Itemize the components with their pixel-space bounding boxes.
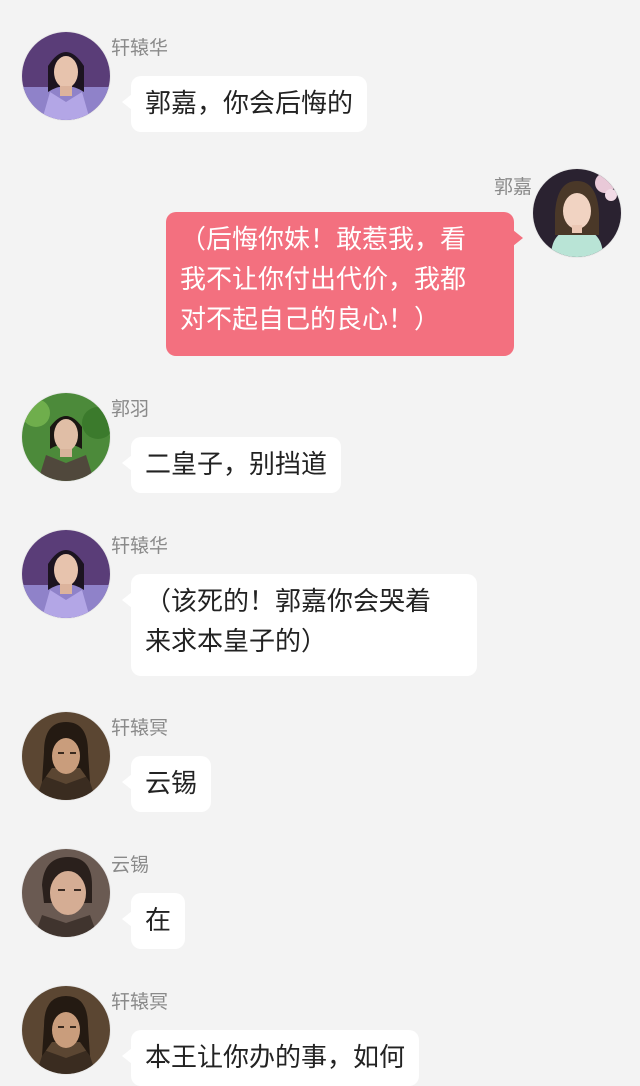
- avatar-xuanyuanming[interactable]: [22, 712, 110, 800]
- message-bubble[interactable]: （该死的！郭嘉你会哭着 来求本皇子的）: [122, 574, 477, 676]
- message-text: 本王让你办的事，如何: [145, 1043, 406, 1073]
- message-text: （该死的！郭嘉你会哭着 来求本皇子的）: [145, 587, 432, 657]
- sender-name: 郭羽: [111, 398, 150, 420]
- message-bubble[interactable]: 云锡: [121, 756, 212, 812]
- message-text: 云锡: [145, 769, 198, 799]
- message-bubble[interactable]: （后悔你妹！敢惹我，看 我不让你付出代价，我都 对不起自己的良心！）: [166, 212, 523, 356]
- avatar-guoyu[interactable]: [22, 393, 110, 481]
- sender-name: 轩辕冥: [111, 991, 169, 1013]
- message-bubble[interactable]: 本王让你办的事，如何: [121, 1030, 420, 1086]
- avatar-yunxi[interactable]: [22, 849, 110, 937]
- message-bubble[interactable]: 郭嘉，你会后悔的: [121, 76, 368, 132]
- portrait-icon: [22, 986, 110, 1074]
- portrait-icon: [22, 393, 110, 481]
- sender-name: 郭嘉: [493, 176, 532, 198]
- message-text: 在: [145, 906, 172, 936]
- message-text: 郭嘉，你会后悔的: [145, 89, 354, 119]
- message-bubble[interactable]: 在: [121, 893, 186, 949]
- portrait-icon: [533, 169, 621, 257]
- avatar-xuanyuanming[interactable]: [22, 986, 110, 1074]
- avatar-xuanyuanhua[interactable]: [22, 32, 110, 120]
- message-text: 二皇子，别挡道: [145, 450, 328, 480]
- avatar-xuanyuanhua[interactable]: [22, 530, 110, 618]
- avatar-guojia[interactable]: [533, 169, 621, 257]
- portrait-icon: [22, 849, 110, 937]
- sender-name: 轩辕华: [111, 535, 169, 557]
- sender-name: 轩辕冥: [111, 717, 169, 739]
- sender-name: 云锡: [111, 854, 150, 876]
- message-bubble[interactable]: 二皇子，别挡道: [121, 437, 342, 493]
- sender-name: 轩辕华: [111, 37, 169, 59]
- message-text: （后悔你妹！敢惹我，看 我不让你付出代价，我都 对不起自己的良心！）: [180, 225, 467, 335]
- portrait-icon: [22, 32, 110, 120]
- portrait-icon: [22, 530, 110, 618]
- portrait-icon: [22, 712, 110, 800]
